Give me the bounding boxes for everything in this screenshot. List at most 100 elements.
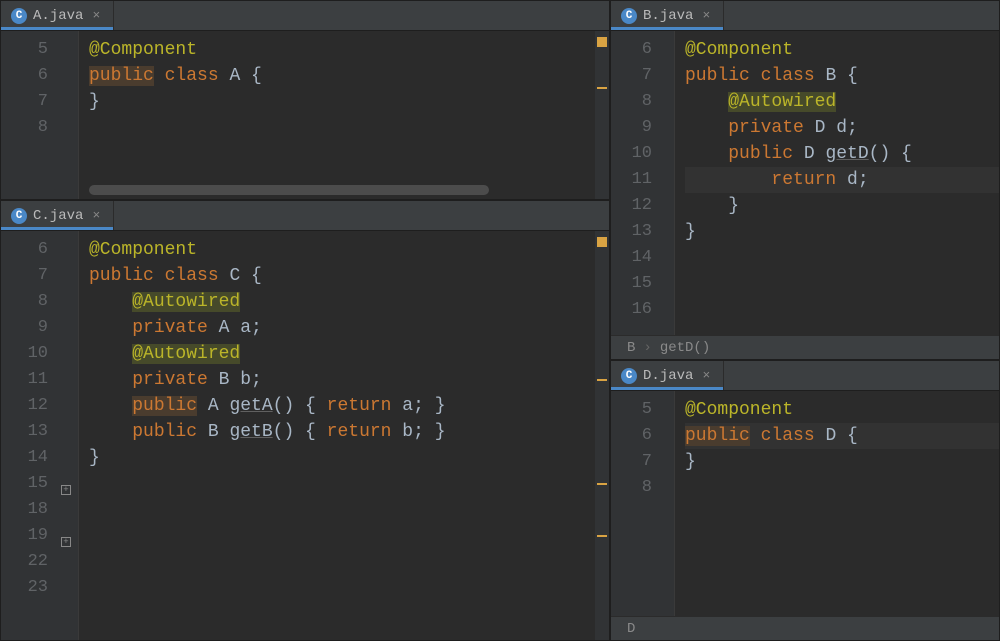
code-line[interactable]: return d; [685, 167, 999, 193]
line-number: 7 [611, 63, 652, 89]
editor[interactable]: + + 678910111213141518192223 @Componentp… [1, 231, 609, 640]
line-number: 8 [1, 115, 48, 141]
line-number: 19 [1, 523, 48, 549]
line-number: 16 [611, 297, 652, 323]
line-number: 9 [611, 115, 652, 141]
code-line[interactable]: public class B { [685, 63, 999, 89]
line-number: 6 [611, 37, 652, 63]
line-number: 14 [1, 445, 48, 471]
breadcrumb-item[interactable]: getD() [660, 340, 710, 356]
class-icon: C [11, 208, 27, 224]
line-number: 5 [1, 37, 48, 63]
code-line[interactable]: public B getB() { return b; } [89, 419, 609, 445]
line-number: 23 [1, 575, 48, 601]
line-number: 13 [611, 219, 652, 245]
code-line[interactable]: } [89, 445, 609, 471]
code-line[interactable]: public D getD() { [685, 141, 999, 167]
code-line[interactable]: } [89, 89, 609, 115]
tab-label: C.java [33, 208, 83, 224]
line-number: 11 [611, 167, 652, 193]
code-line[interactable]: @Autowired [89, 289, 609, 315]
code-line[interactable]: public A getA() { return a; } [89, 393, 609, 419]
tab-bar: C D.java × [611, 361, 999, 391]
code-line[interactable]: } [685, 219, 999, 245]
fold-expand-icon[interactable]: + [61, 485, 71, 495]
line-number: 15 [611, 271, 652, 297]
gutter: 5678 [1, 31, 79, 199]
breadcrumb-item[interactable]: D [627, 621, 635, 637]
tab-label: B.java [643, 8, 693, 24]
class-icon: C [621, 8, 637, 24]
tab-bar: C C.java × [1, 201, 609, 231]
code-line[interactable]: public class A { [89, 63, 609, 89]
code-line[interactable]: @Component [685, 397, 999, 423]
tab-label: D.java [643, 368, 693, 384]
line-number: 9 [1, 315, 48, 341]
code-line[interactable]: @Autowired [685, 89, 999, 115]
gutter: 678910111213141516 [611, 31, 675, 335]
tab-label: A.java [33, 8, 83, 24]
line-number: 6 [611, 423, 652, 449]
code-line[interactable]: @Component [89, 237, 609, 263]
close-icon[interactable]: × [89, 8, 103, 23]
marker-stripe [595, 31, 609, 199]
code-line[interactable]: private B b; [89, 367, 609, 393]
code-area[interactable]: @Componentpublic class C { @Autowired pr… [79, 231, 609, 640]
code-area[interactable]: @Componentpublic class B { @Autowired pr… [675, 31, 999, 335]
line-number: 15 [1, 471, 48, 497]
tab-d-java[interactable]: C D.java × [611, 361, 724, 390]
line-number: 6 [1, 237, 48, 263]
line-number: 14 [611, 245, 652, 271]
line-number: 13 [1, 419, 48, 445]
line-number: 10 [611, 141, 652, 167]
code-line[interactable]: @Component [685, 37, 999, 63]
code-line[interactable]: } [685, 193, 999, 219]
editor[interactable]: 5678 @Componentpublic class A {} [1, 31, 609, 199]
close-icon[interactable]: × [699, 8, 713, 23]
line-number: 11 [1, 367, 48, 393]
breadcrumb[interactable]: D [611, 616, 999, 640]
code-line[interactable]: @Component [89, 37, 609, 63]
gutter: + + 678910111213141518192223 [1, 231, 79, 640]
line-number: 12 [611, 193, 652, 219]
line-number: 8 [611, 475, 652, 501]
code-line[interactable]: public class D { [685, 423, 999, 449]
tab-c-java[interactable]: C C.java × [1, 201, 114, 230]
line-number: 18 [1, 497, 48, 523]
fold-expand-icon[interactable]: + [61, 537, 71, 547]
line-number: 7 [1, 89, 48, 115]
class-icon: C [621, 368, 637, 384]
code-line[interactable]: private D d; [685, 115, 999, 141]
code-line[interactable]: private A a; [89, 315, 609, 341]
code-area[interactable]: @Componentpublic class A {} [79, 31, 609, 199]
close-icon[interactable]: × [89, 208, 103, 223]
tab-a-java[interactable]: C A.java × [1, 1, 114, 30]
tab-b-java[interactable]: C B.java × [611, 1, 724, 30]
horizontal-scrollbar[interactable] [89, 185, 489, 195]
tab-bar: C A.java × [1, 1, 609, 31]
editor-pane-a: C A.java × 5678 @Componentpublic class A… [0, 0, 610, 200]
line-number: 7 [611, 449, 652, 475]
line-number: 12 [1, 393, 48, 419]
line-number: 6 [1, 63, 48, 89]
code-line[interactable]: } [685, 449, 999, 475]
breadcrumb-item[interactable]: B [627, 340, 635, 356]
line-number: 8 [1, 289, 48, 315]
line-number: 5 [611, 397, 652, 423]
line-number: 7 [1, 263, 48, 289]
code-area[interactable]: @Componentpublic class D {} [675, 391, 999, 616]
class-icon: C [11, 8, 27, 24]
editor-pane-c: C C.java × + + 678910111213141518192223 … [0, 200, 610, 641]
code-line[interactable]: public class C { [89, 263, 609, 289]
gutter: 5678 [611, 391, 675, 616]
code-line[interactable]: @Autowired [89, 341, 609, 367]
tab-bar: C B.java × [611, 1, 999, 31]
editor[interactable]: 5678 @Componentpublic class D {} [611, 391, 999, 616]
line-number: 10 [1, 341, 48, 367]
editor[interactable]: 678910111213141516 @Componentpublic clas… [611, 31, 999, 335]
chevron-right-icon: › [643, 340, 651, 356]
close-icon[interactable]: × [699, 368, 713, 383]
editor-pane-b: C B.java × 678910111213141516 @Component… [610, 0, 1000, 360]
breadcrumb[interactable]: B › getD() [611, 335, 999, 359]
marker-stripe [595, 231, 609, 640]
